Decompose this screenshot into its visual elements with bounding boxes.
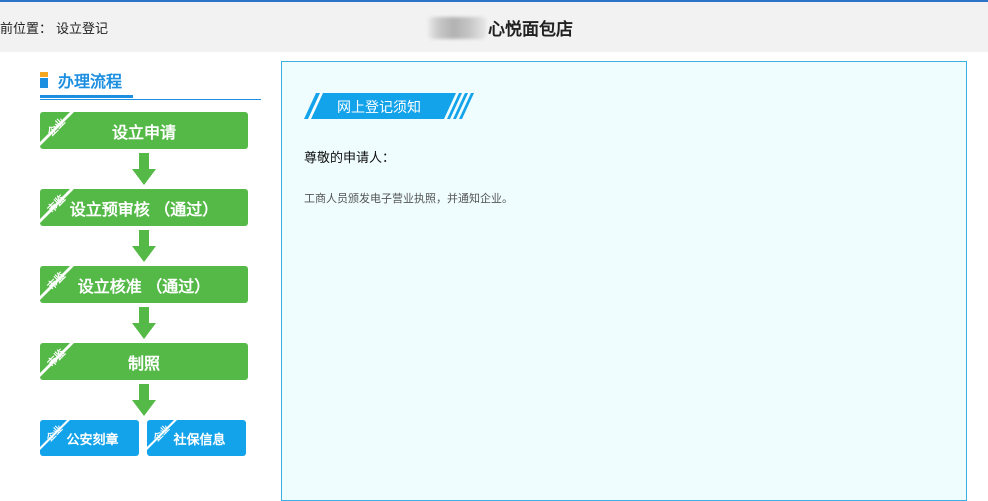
step-label: 社保信息	[173, 431, 226, 447]
step-label: 设立预审核 （通过）	[69, 201, 219, 219]
step-apply[interactable]: 企业 设立申请	[40, 112, 248, 149]
process-title-text: 办理流程	[58, 74, 123, 91]
arrow-down-icon	[132, 230, 156, 262]
arrow-down-icon	[132, 307, 156, 339]
process-title: 办理流程	[40, 68, 122, 92]
step-seal-engraving[interactable]: 企业 公安刻章	[40, 420, 139, 456]
arrow-down-icon	[132, 153, 156, 185]
breadcrumb-label: 前位置：	[0, 21, 53, 36]
step-social-security[interactable]: 企业 社保信息	[147, 420, 246, 456]
step-approval[interactable]: 市监 设立核准 （通过）	[40, 266, 248, 303]
title-underline	[40, 95, 133, 98]
corner-tag: 市监	[40, 189, 74, 223]
company-title: 心悦面包店	[428, 15, 573, 40]
notice-title: 网上登记须知	[337, 99, 421, 115]
bookmark-icon	[40, 72, 48, 88]
redacted-name-blur	[428, 16, 486, 39]
step-label: 设立核准 （通过）	[77, 278, 211, 296]
notice-greeting: 尊敬的申请人：	[304, 150, 396, 165]
corner-tag: 市监	[40, 266, 74, 300]
step-label: 公安刻章	[66, 431, 119, 447]
step-label: 制照	[127, 355, 160, 373]
page-header: 前位置： 设立登记 心悦面包店	[0, 2, 988, 52]
corner-tag: 企业	[40, 112, 74, 146]
notice-body: 工商人员颁发电子营业执照，并通知企业。	[304, 193, 513, 205]
corner-tag: 企业	[147, 420, 177, 450]
corner-tag: 企业	[40, 420, 70, 450]
breadcrumb: 前位置： 设立登记	[0, 18, 108, 37]
step-label: 设立申请	[111, 124, 176, 142]
corner-tag: 市监	[40, 343, 74, 377]
step-pre-review[interactable]: 市监 设立预审核 （通过）	[40, 189, 248, 226]
arrow-down-icon	[132, 384, 156, 416]
title-divider	[40, 99, 261, 100]
breadcrumb-current: 设立登记	[56, 21, 109, 36]
notice-panel: 网上登记须知 尊敬的申请人： 工商人员颁发电子营业执照，并通知企业。	[281, 61, 967, 501]
step-license[interactable]: 市监 制照	[40, 343, 248, 380]
company-name: 心悦面包店	[488, 20, 573, 39]
